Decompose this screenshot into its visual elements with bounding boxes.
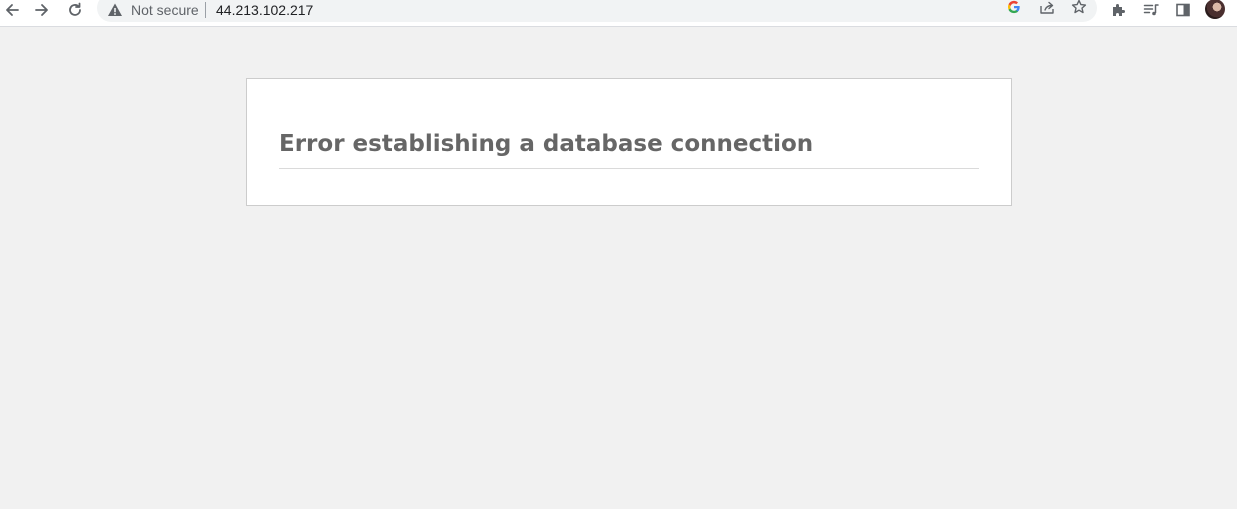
- url-text[interactable]: 44.213.102.217: [216, 1, 313, 19]
- bookmark-button[interactable]: [1068, 0, 1090, 18]
- puzzle-icon: [1113, 4, 1125, 16]
- reading-list-button[interactable]: [1139, 0, 1163, 20]
- share-icon: [1040, 1, 1054, 14]
- google-icon: [1007, 0, 1020, 14]
- reading-list-icon: [1143, 4, 1159, 16]
- share-button[interactable]: [1036, 0, 1058, 18]
- forward-arrow-icon: [35, 4, 48, 16]
- reload-button[interactable]: [63, 0, 87, 20]
- reload-icon: [69, 2, 81, 16]
- back-button[interactable]: [0, 0, 24, 20]
- error-card: Error establishing a database connection: [246, 78, 1012, 206]
- avatar[interactable]: [1205, 0, 1225, 19]
- forward-button[interactable]: [30, 0, 54, 20]
- error-heading: Error establishing a database connection: [279, 129, 979, 169]
- star-icon: [1071, 0, 1087, 14]
- back-arrow-icon: [6, 4, 19, 16]
- warning-triangle-icon[interactable]: [107, 2, 123, 18]
- address-divider: [205, 2, 206, 18]
- google-lens-button[interactable]: [1003, 0, 1025, 18]
- extensions-button[interactable]: [1107, 0, 1131, 20]
- side-panel-button[interactable]: [1171, 0, 1195, 20]
- security-label[interactable]: Not secure: [131, 1, 199, 19]
- side-panel-icon: [1176, 3, 1190, 17]
- address-bar[interactable]: Not secure 44.213.102.217: [97, 0, 1097, 22]
- browser-toolbar: Not secure 44.213.102.217: [0, 0, 1237, 27]
